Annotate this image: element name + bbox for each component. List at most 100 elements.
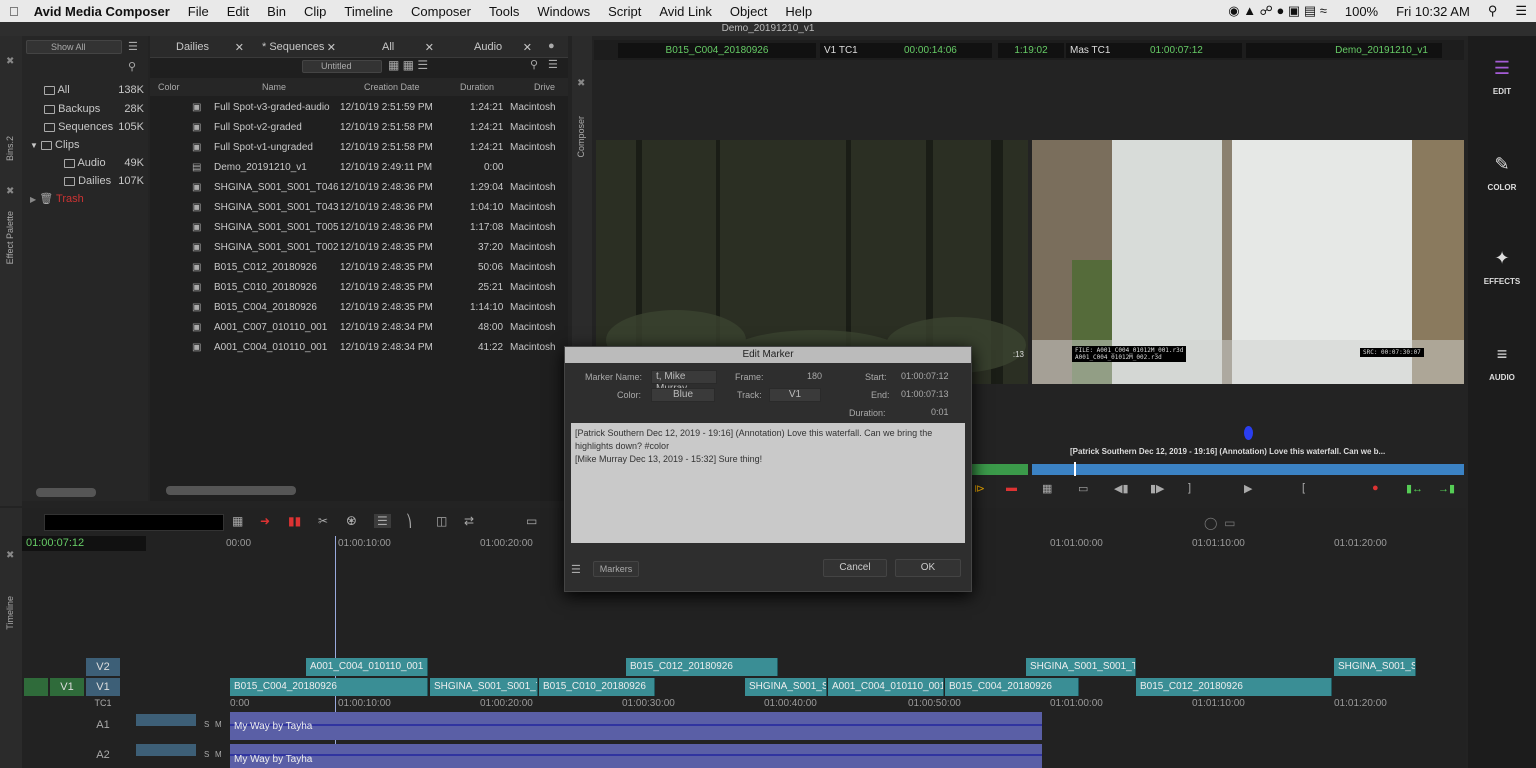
bin-row[interactable]: ▣ Full Spot-v1-ungraded 12/10/19 2:51:58 P… <box>150 138 568 158</box>
timeline-tc[interactable]: 01:00:07:12 <box>22 536 146 551</box>
menu-windows[interactable]: Windows <box>528 4 599 19</box>
tab-options-icon[interactable]: ● <box>548 40 555 52</box>
show-all-dropdown[interactable]: Show All <box>26 40 122 54</box>
menu-icon[interactable]: ☰ <box>548 58 558 71</box>
menu-icon[interactable]: ☰ <box>128 40 138 53</box>
clip-v1[interactable]: SHGINA_S001_S0 <box>745 678 827 696</box>
menu-object[interactable]: Object <box>721 4 777 19</box>
menu-bin[interactable]: Bin <box>258 4 295 19</box>
source-position-bar[interactable] <box>972 464 1028 475</box>
record-monitor[interactable]: FILE: A001_C004_01012M_001.r3d A001_C004_… <box>1032 140 1464 384</box>
record-position-bar[interactable] <box>1032 464 1464 475</box>
a2-controls[interactable] <box>136 744 196 756</box>
trim-icon[interactable]: ⎞ <box>406 514 412 528</box>
ok-button[interactable]: OK <box>895 559 961 577</box>
status-icons[interactable]: ◉ ▲ ☍ ● ▣ ▤ ≈ <box>1219 3 1336 19</box>
close-icon[interactable]: ✕ <box>523 41 532 54</box>
clip-v2[interactable]: SHGINA_S001_S <box>1334 658 1416 676</box>
bin-view-mode-icons[interactable]: ▦ ▦ ☰ <box>388 58 428 72</box>
link-icon[interactable]: ⇄ <box>464 514 474 528</box>
audio-clip-a1[interactable]: My Way by Tayha <box>230 712 1042 740</box>
bin-row[interactable]: ▤ Demo_20191210_v1 12/10/19 2:49:11 PM 0:00 <box>150 158 568 178</box>
color-select[interactable]: Blue <box>651 388 715 402</box>
source-tc-display[interactable]: V1 TC1 00:00:14:06 <box>820 43 992 58</box>
bin-item-trash[interactable]: ▶ 🗑 Trash <box>22 190 148 208</box>
bin-row[interactable]: ▣ Full Spot-v2-graded 12/10/19 2:51:58 PM 1… <box>150 118 568 138</box>
grid-icon[interactable]: ▦ <box>232 514 243 528</box>
notification-icon[interactable]: ☰ <box>1506 3 1536 19</box>
rail-color[interactable]: ✎ COLOR <box>1468 154 1536 192</box>
track-select[interactable]: V1 <box>769 388 821 402</box>
menu-script[interactable]: Script <box>599 4 650 19</box>
bin-row[interactable]: ▣ Full Spot-v3-graded-audio 12/10/19 2:51:… <box>150 98 568 118</box>
close-icon[interactable]: ✕ <box>327 41 336 54</box>
tab-all[interactable]: All ✕ <box>342 41 436 54</box>
menu-file[interactable]: File <box>179 4 218 19</box>
close-icon[interactable]: ✖ <box>6 186 14 197</box>
marker-comment-textarea[interactable]: [Patrick Southern Dec 12, 2019 - 19:16] … <box>571 423 965 543</box>
a1-mute[interactable]: M <box>215 720 222 729</box>
bin-row[interactable]: ▣ B015_C012_20180926 12/10/19 2:48:35 PM 50… <box>150 258 568 278</box>
scrollbar-horizontal[interactable] <box>166 486 296 495</box>
clip-v1[interactable]: B015_C004_20180926 <box>945 678 1079 696</box>
menu-clip[interactable]: Clip <box>295 4 335 19</box>
overwrite-icon[interactable]: ▭ <box>1078 482 1088 495</box>
bin-row[interactable]: ▣ SHGINA_S001_S001_T005 12/10/19 2:48:36 P… <box>150 218 568 238</box>
col-drive[interactable]: Drive <box>534 82 555 92</box>
apple-icon[interactable]:  <box>0 4 28 19</box>
close-icon[interactable]: ✖ <box>577 78 585 89</box>
scrollbar-horizontal[interactable] <box>36 488 96 497</box>
timeline-clip-name-box[interactable] <box>44 514 224 531</box>
step-forward-icon[interactable]: ▮▶ <box>1150 482 1165 495</box>
rail-audio[interactable]: ≡ AUDIO <box>1468 344 1536 382</box>
clip-v2[interactable]: SHGINA_S001_S001_T0 <box>1026 658 1136 676</box>
effect-palette-tab-label[interactable]: Effect Palette <box>5 211 15 264</box>
menu-edit[interactable]: Edit <box>218 4 258 19</box>
bin-row[interactable]: ▣ B015_C004_20180926 12/10/19 2:48:35 PM 1:… <box>150 298 568 318</box>
bin-view-dropdown[interactable]: Untitled <box>302 60 382 73</box>
bin-item-sequences[interactable]: Sequences 105K <box>22 118 148 136</box>
grid-icon[interactable]: ▦ <box>1042 482 1052 495</box>
bin-row[interactable]: ▣ A001_C007_010110_001 12/10/19 2:48:34 PM… <box>150 318 568 338</box>
audio-clip-a2[interactable]: My Way by Tayha <box>230 744 1042 768</box>
align-icon[interactable]: ☰ <box>374 514 391 528</box>
mark-in-icon[interactable]: ⧐ <box>974 482 985 495</box>
search-icon[interactable]: ⚲ <box>530 58 538 71</box>
markers-button[interactable]: Markers <box>593 561 639 577</box>
search-icon[interactable]: ⚲ <box>128 60 136 73</box>
app-menu[interactable]: Avid Media Composer <box>28 4 179 19</box>
bin-item-all[interactable]: All 138K <box>22 80 148 100</box>
col-duration[interactable]: Duration <box>460 82 494 92</box>
bin-row[interactable]: ▣ A001_C004_010110_001 12/10/19 2:48:34 PM… <box>150 338 568 358</box>
clip-v1[interactable]: B015_C010_20180926 <box>539 678 655 696</box>
menu-avid-link[interactable]: Avid Link <box>650 4 721 19</box>
snap-icon[interactable]: ▭ <box>526 514 537 528</box>
clip-v1[interactable]: SHGINA_S001_S001_T0 <box>430 678 538 696</box>
tab-sequences[interactable]: * Sequences ✕ <box>250 41 338 54</box>
col-name[interactable]: Name <box>262 82 286 92</box>
source-clip-name[interactable]: B015_C004_20180926 <box>618 43 816 58</box>
a1-controls[interactable] <box>136 714 196 726</box>
close-icon[interactable]: ✖ <box>6 550 14 561</box>
record-icon[interactable]: ● <box>1372 482 1379 494</box>
menu-tools[interactable]: Tools <box>480 4 528 19</box>
spotlight-icon[interactable]: ⚲ <box>1479 3 1507 19</box>
col-color[interactable]: Color <box>158 82 180 92</box>
extract-icon[interactable]: →▮ <box>1438 482 1455 495</box>
clear-marks-icon[interactable]: ▬ <box>1006 482 1017 494</box>
track-tc1[interactable]: TC1 <box>86 698 120 710</box>
clip-v1[interactable]: B015_C012_20180926 <box>1136 678 1332 696</box>
disclosure-right-icon[interactable]: ▶ <box>30 195 36 204</box>
cancel-button[interactable]: Cancel <box>823 559 887 577</box>
track-v2[interactable]: V2 <box>86 658 120 676</box>
timeline-tab-label[interactable]: Timeline <box>5 596 15 630</box>
a2-mute[interactable]: M <box>215 750 222 759</box>
lift-icon[interactable]: ▮↔ <box>1406 482 1423 495</box>
rail-edit[interactable]: ☰ EDIT <box>1468 58 1536 96</box>
bin-row[interactable]: ▣ SHGINA_S001_S001_T002 12/10/19 2:48:35 P… <box>150 238 568 258</box>
menu-icon[interactable]: ☰ <box>571 563 581 576</box>
menu-composer[interactable]: Composer <box>402 4 480 19</box>
bin-item-backups[interactable]: Backups 28K <box>22 100 148 118</box>
col-creation-date[interactable]: Creation Date <box>364 82 420 92</box>
marker-name-input[interactable]: t, Mike Murray <box>651 370 717 394</box>
